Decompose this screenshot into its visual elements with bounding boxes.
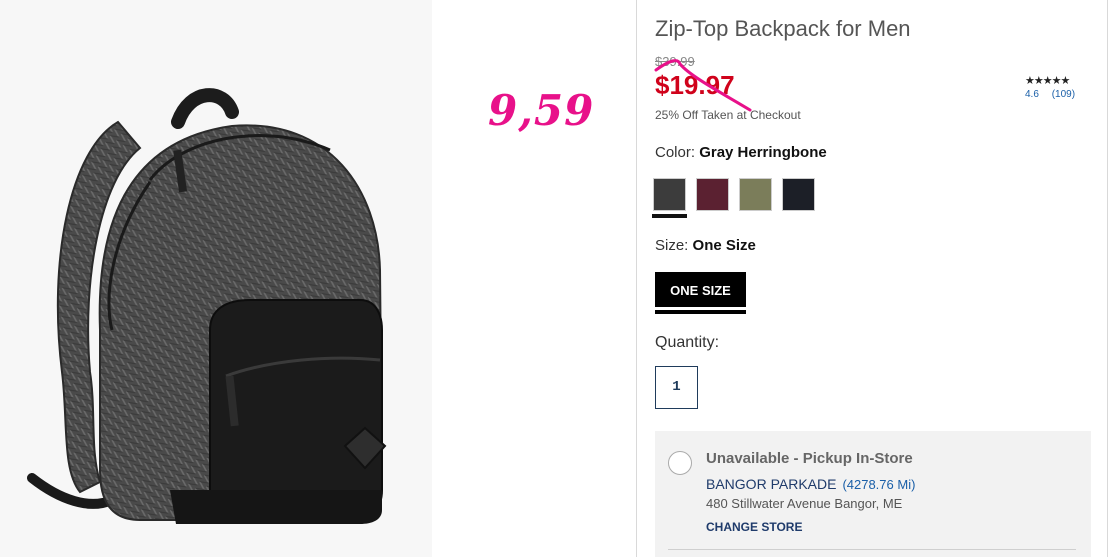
handwritten-price-annotation: 9,59 xyxy=(488,86,595,135)
promo-text: 25% Off Taken at Checkout xyxy=(655,108,801,122)
selected-swatch-indicator xyxy=(652,214,687,218)
pickup-in-store-panel: Unavailable - Pickup In-Store BANGOR PAR… xyxy=(655,431,1091,557)
quantity-label: Quantity: xyxy=(655,334,720,351)
store-name[interactable]: BANGOR PARKADE xyxy=(706,476,836,492)
pickup-divider xyxy=(668,549,1076,550)
rating-score: 4.6 xyxy=(1025,89,1039,100)
size-option-one-size[interactable]: ONE SIZE xyxy=(655,272,746,307)
rating-widget[interactable]: ★★★★★ 4.6 (109) xyxy=(1025,74,1075,100)
color-swatch-navy[interactable] xyxy=(782,178,815,211)
original-price: $39.99 xyxy=(655,54,695,69)
store-link[interactable]: BANGOR PARKADE (4278.76 Mi) xyxy=(706,476,915,492)
color-swatch-gray-herringbone[interactable] xyxy=(653,178,686,211)
color-label: Color: Gray Herringbone xyxy=(655,144,827,161)
color-label-text: Color: xyxy=(655,144,696,161)
review-count[interactable]: (109) xyxy=(1052,89,1075,100)
right-edge-divider xyxy=(1107,0,1108,557)
selected-color: Gray Herringbone xyxy=(699,144,827,161)
star-rating-icon: ★★★★★ xyxy=(1025,75,1070,87)
size-label-text: Size: xyxy=(655,237,689,254)
pickup-status: Unavailable - Pickup In-Store xyxy=(706,450,913,467)
rating-numbers: 4.6 (109) xyxy=(1025,89,1075,100)
selected-size-indicator xyxy=(655,310,746,314)
color-swatch-burgundy[interactable] xyxy=(696,178,729,211)
column-divider xyxy=(636,0,637,557)
quantity-input[interactable]: 1 xyxy=(655,366,698,409)
backpack-illustration xyxy=(27,88,387,524)
product-title: Zip-Top Backpack for Men xyxy=(655,16,911,41)
store-address: 480 Stillwater Avenue Bangor, ME xyxy=(706,496,903,511)
change-store-link[interactable]: CHANGE STORE xyxy=(706,520,802,534)
pickup-radio[interactable] xyxy=(668,451,692,475)
selected-size: One Size xyxy=(692,237,756,254)
size-label: Size: One Size xyxy=(655,237,756,254)
store-distance: (4278.76 Mi) xyxy=(842,477,916,492)
color-swatch-olive[interactable] xyxy=(739,178,772,211)
product-image[interactable] xyxy=(0,0,432,557)
sale-price: $19.97 xyxy=(655,70,735,100)
